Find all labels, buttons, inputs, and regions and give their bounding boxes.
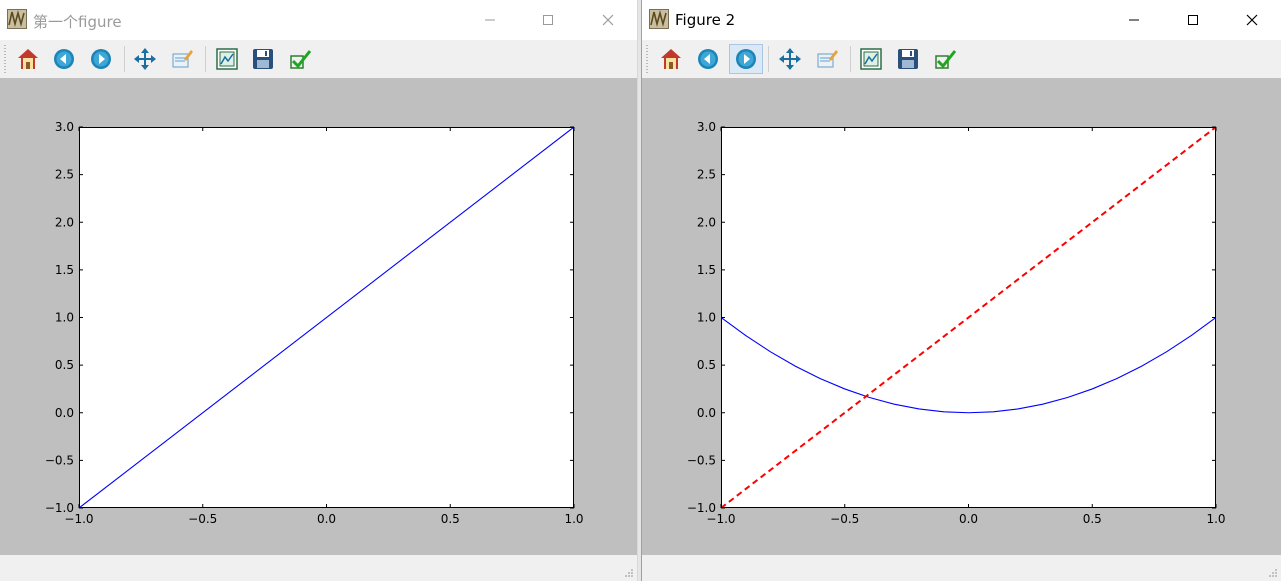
subplots-icon [216,48,238,70]
toolbar-separator [850,46,851,72]
home-button[interactable] [654,44,688,74]
back-icon [54,49,74,69]
status-bar [642,555,1281,581]
y-tick-label: 0.0 [55,406,74,420]
customize-button[interactable] [928,44,962,74]
x-tick-label: −0.5 [188,512,217,526]
matplotlib-app-icon [649,9,669,29]
forward-icon [91,49,111,69]
zoom-button[interactable] [810,44,844,74]
home-icon [18,49,38,69]
pan-icon [779,48,801,70]
minimize-button[interactable] [1111,6,1157,34]
close-button[interactable] [585,6,631,34]
customize-icon [935,50,957,69]
minimize-icon [485,19,495,21]
x-tick-label: 1.0 [564,512,583,526]
back-button[interactable] [691,44,725,74]
pan-icon [134,48,156,70]
customize-icon [290,50,312,69]
toolbar-separator [768,46,769,72]
forward-icon [736,49,756,69]
toolbar-grip[interactable] [4,45,6,73]
figure-canvas[interactable]: −1.0 −0.5 0.0 0.5 1.0 −1.0 −0.5 0.0 0.5 1.0 1.5 2.0… [642,78,1281,555]
pan-button[interactable] [128,44,162,74]
y-tick-label: 2.5 [55,168,74,182]
title-bar[interactable]: 第一个figure [0,0,637,40]
window-title: 第一个figure [33,13,122,31]
line-plot[interactable]: −1.0 −0.5 0.0 0.5 1.0−1.0−0.50.00.51.01.52.0… [642,78,1281,555]
toolbar-separator [205,46,206,72]
maximize-button[interactable] [1170,6,1216,34]
y-tick-label: 2.0 [697,215,716,229]
matplotlib-app-icon [7,9,27,29]
minimize-button[interactable] [467,6,513,34]
y-tick-label: −0.5 [687,453,716,467]
close-button[interactable] [1229,6,1275,34]
pan-button[interactable] [773,44,807,74]
x-tick-label: 0.5 [1083,512,1102,526]
zoom-icon [817,50,838,68]
figure-canvas[interactable]: −1.0 −0.5 0.0 0.5 1.0 −1.0 −0.5 0.0 0.5 1.0 1.5 2.0… [0,78,637,555]
y-tick-label: 1.5 [697,263,716,277]
home-button[interactable] [11,44,45,74]
subplots-button[interactable] [210,44,244,74]
y-tick-label: 1.5 [55,263,74,277]
y-tick-label: 2.5 [697,168,716,182]
figure-window-1: 第一个figure −1.0 −0.5 0.0 0.5 1.0 −1.0 −0.… [0,0,638,581]
maximize-button[interactable] [525,6,571,34]
size-grip-icon[interactable] [624,568,634,578]
y-tick-label: 3.0 [55,120,74,134]
forward-button[interactable] [84,44,118,74]
save-button[interactable] [891,44,925,74]
x-tick-label: −0.5 [830,512,859,526]
y-tick-label: 0.5 [55,358,74,372]
figure-window-2: Figure 2 −1.0 −0.5 0.0 0.5 1.0 −1.0 −0.5… [641,0,1281,581]
subplots-icon [860,48,882,70]
x-tick-label: 1.0 [1206,512,1225,526]
back-button[interactable] [47,44,81,74]
navigation-toolbar [642,40,1281,78]
zoom-button[interactable] [165,44,199,74]
line-plot[interactable]: −1.0 −0.5 0.0 0.5 1.0−1.0−0.50.00.51.01.52.0… [0,78,638,555]
maximize-icon [1188,15,1198,25]
y-tick-label: −0.5 [45,453,74,467]
forward-button[interactable] [729,44,763,74]
save-icon [898,49,918,69]
y-tick-label: 0.5 [697,358,716,372]
toolbar-separator [124,46,125,72]
close-icon [602,14,614,26]
home-icon [661,49,681,69]
zoom-icon [172,50,193,68]
back-icon [698,49,718,69]
title-bar[interactable]: Figure 2 [642,0,1281,40]
x-tick-label: 0.0 [317,512,336,526]
close-icon [1246,14,1258,26]
y-tick-label: −1.0 [687,501,716,515]
save-icon [253,49,273,69]
window-title: Figure 2 [675,11,736,29]
minimize-icon [1129,19,1139,21]
navigation-toolbar [0,40,637,78]
y-tick-label: −1.0 [45,501,74,515]
customize-button[interactable] [283,44,317,74]
y-tick-label: 2.0 [55,215,74,229]
y-tick-label: 3.0 [697,120,716,134]
size-grip-icon[interactable] [1268,568,1278,578]
maximize-icon [543,15,553,25]
status-bar [0,555,637,581]
save-button[interactable] [246,44,280,74]
x-tick-label: 0.5 [441,512,460,526]
y-tick-label: 1.0 [697,311,716,325]
y-tick-label: 0.0 [697,406,716,420]
subplots-button[interactable] [854,44,888,74]
toolbar-grip[interactable] [646,45,648,73]
x-tick-label: 0.0 [959,512,978,526]
y-tick-label: 1.0 [55,311,74,325]
